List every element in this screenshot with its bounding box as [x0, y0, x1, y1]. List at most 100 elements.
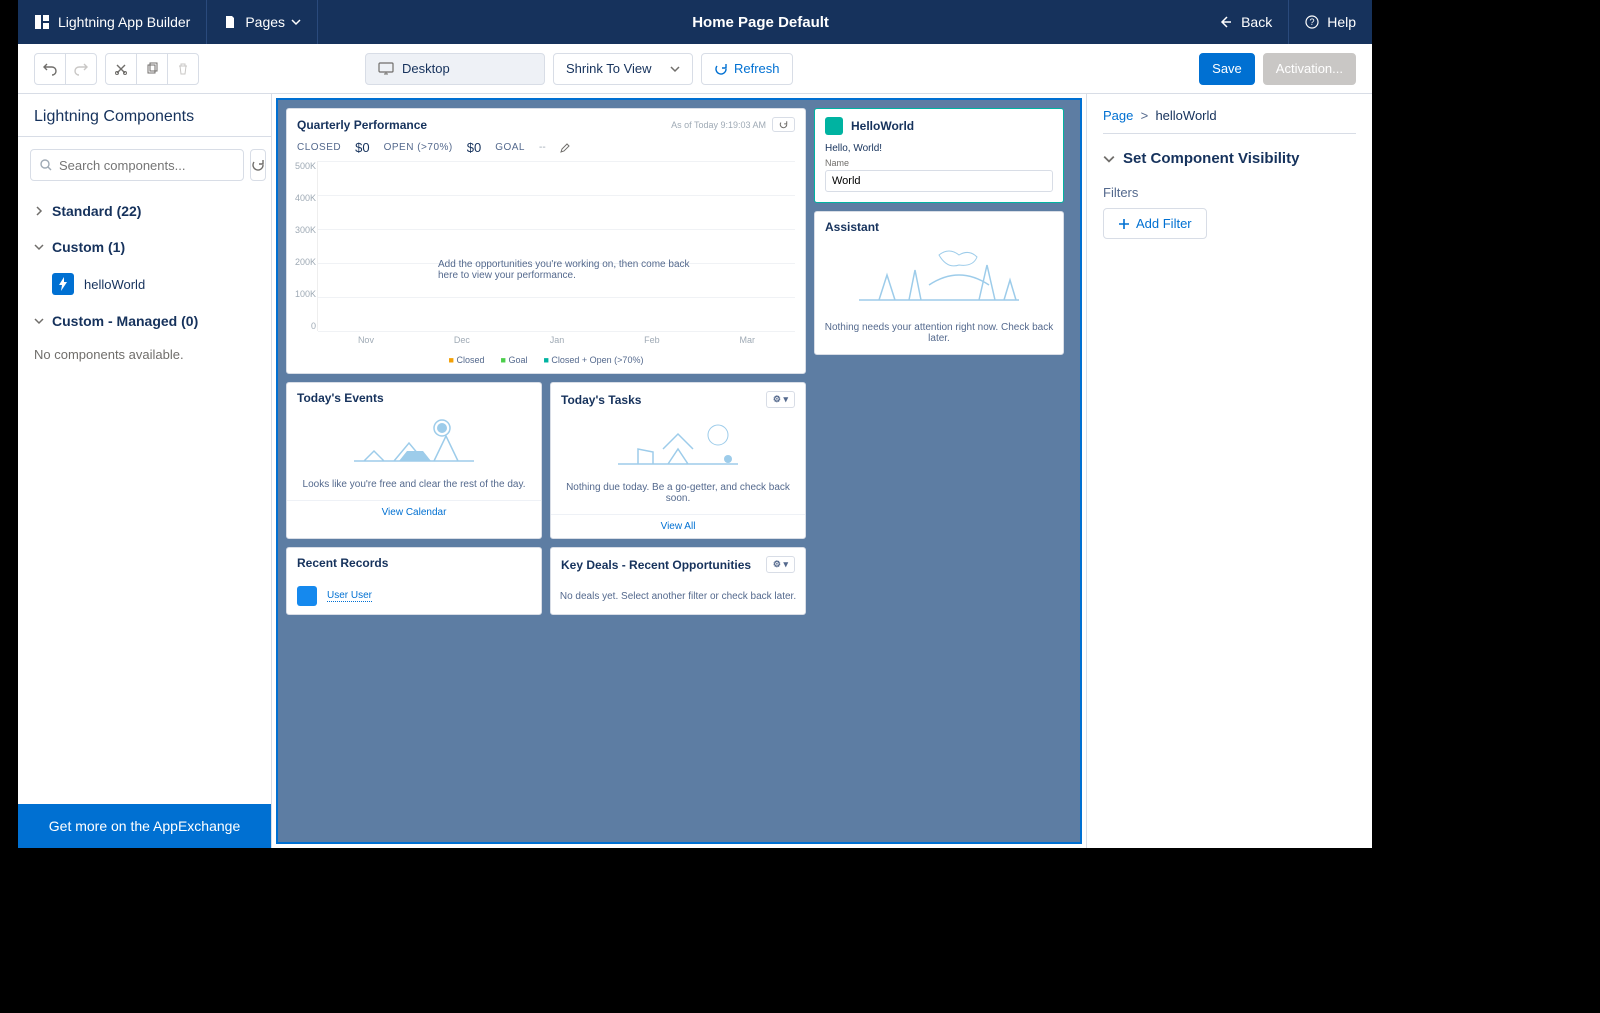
- back-label: Back: [1241, 14, 1272, 30]
- goal-value: --: [539, 142, 546, 153]
- helloworld-greeting: Hello, World!: [825, 143, 1053, 154]
- appexchange-link[interactable]: Get more on the AppExchange: [18, 804, 271, 848]
- components-panel-title: Lightning Components: [18, 94, 271, 136]
- closed-value: $0: [355, 140, 369, 155]
- tasks-message: Nothing due today. Be a go-getter, and c…: [551, 472, 805, 514]
- save-button[interactable]: Save: [1199, 53, 1255, 85]
- helloworld-icon: [825, 117, 843, 135]
- no-components-message: No components available.: [18, 339, 271, 370]
- cut-button[interactable]: [105, 53, 137, 85]
- chart-empty-message: Add the opportunities you're working on,…: [438, 259, 698, 281]
- card-key-deals[interactable]: Key Deals - Recent Opportunities ⚙ ▾ No …: [550, 547, 806, 615]
- card-todays-tasks[interactable]: Today's Tasks ⚙ ▾ Nothing due today. Be …: [550, 382, 806, 539]
- app-brand: Lightning App Builder: [18, 0, 207, 44]
- view-all-link[interactable]: View All: [551, 514, 805, 538]
- card-title: Today's Tasks: [561, 393, 641, 407]
- card-recent-records[interactable]: Recent Records User User: [286, 547, 542, 615]
- properties-panel: Page > helloWorld Set Component Visibili…: [1086, 94, 1372, 848]
- card-quarterly-performance[interactable]: Quarterly Performance As of Today 9:19:0…: [286, 108, 806, 374]
- back-arrow-icon: [1219, 15, 1233, 29]
- card-title: Today's Events: [297, 391, 384, 405]
- components-panel: Lightning Components Standard (22) Custo…: [18, 94, 272, 848]
- section-standard[interactable]: Standard (22): [18, 193, 271, 229]
- assistant-illustration-icon: [815, 242, 1063, 312]
- section-custom[interactable]: Custom (1): [18, 229, 271, 265]
- back-button[interactable]: Back: [1203, 0, 1289, 44]
- refresh-components-button[interactable]: [250, 149, 266, 181]
- card-title: Quarterly Performance: [297, 118, 427, 132]
- chevron-down-icon: [1103, 153, 1115, 165]
- chevron-right-icon: [34, 206, 44, 216]
- edit-icon[interactable]: [560, 143, 570, 153]
- activation-button[interactable]: Activation...: [1263, 53, 1356, 85]
- deals-menu-button[interactable]: ⚙ ▾: [766, 556, 795, 573]
- goal-label: GOAL: [495, 142, 525, 153]
- search-input[interactable]: [59, 158, 235, 173]
- desktop-icon: [378, 62, 394, 76]
- card-helloworld[interactable]: HelloWorld Hello, World! Name: [814, 108, 1064, 203]
- tasks-illustration-icon: [551, 416, 805, 472]
- page-icon: [223, 15, 237, 29]
- page-title: Home Page Default: [318, 0, 1203, 44]
- chevron-down-icon: [34, 316, 44, 326]
- events-message: Looks like you're free and clear the res…: [287, 469, 541, 500]
- breadcrumb-page[interactable]: Page: [1103, 108, 1133, 123]
- help-label: Help: [1327, 14, 1356, 30]
- card-title: Assistant: [825, 220, 879, 234]
- help-button[interactable]: ? Help: [1289, 0, 1372, 44]
- visibility-header[interactable]: Set Component Visibility: [1103, 150, 1356, 167]
- add-filter-label: Add Filter: [1136, 216, 1192, 231]
- refresh-button[interactable]: Refresh: [701, 53, 793, 85]
- redo-button[interactable]: [65, 53, 97, 85]
- help-icon: ?: [1305, 15, 1319, 29]
- search-icon: [39, 158, 53, 172]
- delete-button[interactable]: [167, 53, 199, 85]
- section-custom-managed[interactable]: Custom - Managed (0): [18, 303, 271, 339]
- chevron-down-icon: [670, 64, 680, 74]
- card-title: Key Deals - Recent Opportunities: [561, 558, 751, 572]
- card-todays-events[interactable]: Today's Events Looks like you're free an…: [286, 382, 542, 539]
- search-input-wrapper[interactable]: [30, 149, 244, 181]
- refresh-label: Refresh: [734, 61, 780, 76]
- builder-icon: [34, 14, 50, 30]
- card-assistant[interactable]: Assistant Nothing needs your attention r…: [814, 211, 1064, 355]
- assistant-message: Nothing needs your attention right now. …: [815, 312, 1063, 354]
- open-label: OPEN (>70%): [384, 142, 453, 153]
- pages-menu[interactable]: Pages: [207, 0, 318, 44]
- chevron-down-icon: [291, 17, 301, 27]
- chevron-down-icon: [34, 242, 44, 252]
- app-label: Lightning App Builder: [58, 14, 190, 30]
- plus-icon: [1118, 218, 1130, 230]
- topbar: Lightning App Builder Pages Home Page De…: [18, 0, 1372, 44]
- section-custom-managed-label: Custom - Managed (0): [52, 313, 198, 329]
- section-standard-label: Standard (22): [52, 203, 141, 219]
- pages-label: Pages: [245, 14, 285, 30]
- helloworld-name-input[interactable]: [825, 170, 1053, 192]
- asof-label: As of Today 9:19:03 AM: [671, 120, 766, 130]
- copy-button[interactable]: [136, 53, 168, 85]
- recent-record-link[interactable]: User User: [327, 590, 372, 602]
- closed-label: CLOSED: [297, 142, 341, 153]
- add-filter-button[interactable]: Add Filter: [1103, 208, 1207, 239]
- fit-label: Shrink To View: [566, 61, 652, 76]
- helloworld-name: HelloWorld: [851, 119, 914, 133]
- view-calendar-link[interactable]: View Calendar: [287, 500, 541, 524]
- recent-record-item[interactable]: User User: [287, 578, 541, 614]
- lightning-icon: [52, 273, 74, 295]
- undo-button[interactable]: [34, 53, 66, 85]
- refresh-icon[interactable]: [772, 117, 795, 132]
- device-label: Desktop: [402, 61, 450, 76]
- deals-message: No deals yet. Select another filter or c…: [551, 581, 805, 612]
- svg-text:?: ?: [1310, 17, 1315, 27]
- visibility-title: Set Component Visibility: [1123, 150, 1299, 167]
- user-avatar-icon: [297, 586, 317, 606]
- section-custom-label: Custom (1): [52, 239, 125, 255]
- helloworld-field-label: Name: [825, 158, 1053, 168]
- device-select[interactable]: Desktop: [365, 53, 545, 85]
- chart-area: 500K 400K 300K 200K 100K 0: [317, 161, 795, 331]
- breadcrumb-current: helloWorld: [1155, 108, 1216, 123]
- tasks-menu-button[interactable]: ⚙ ▾: [766, 391, 795, 408]
- canvas[interactable]: Quarterly Performance As of Today 9:19:0…: [272, 94, 1086, 848]
- fit-select[interactable]: Shrink To View: [553, 53, 693, 85]
- component-item-helloworld[interactable]: helloWorld: [18, 265, 271, 303]
